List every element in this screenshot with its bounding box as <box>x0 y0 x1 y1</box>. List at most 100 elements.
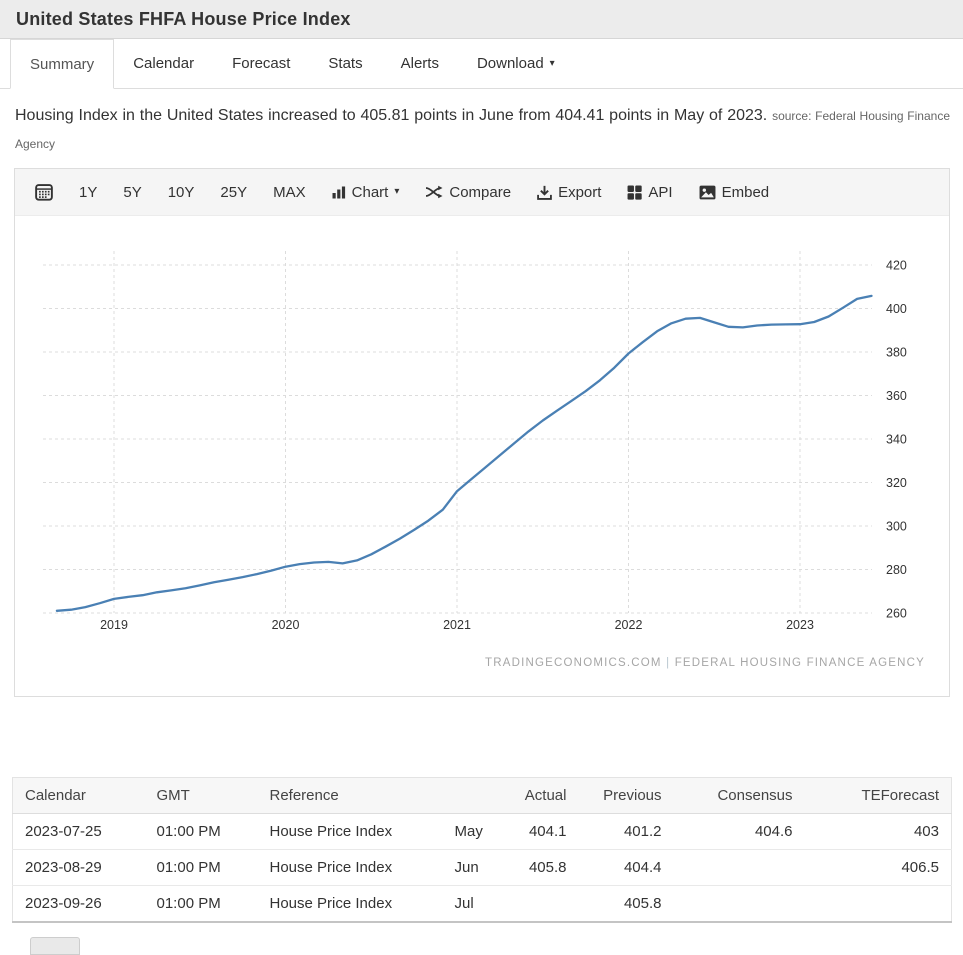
chart-canvas[interactable]: 4204003803603403203002802602019202020212… <box>15 216 947 695</box>
svg-text:260: 260 <box>886 607 907 621</box>
page-title: United States FHFA House Price Index <box>16 0 351 39</box>
tab-forecast-label: Forecast <box>232 39 290 88</box>
tab-download-label: Download <box>477 39 544 88</box>
tab-forecast[interactable]: Forecast <box>213 39 309 88</box>
y-axis-labels: 420 400 380 360 340 320 300 280 260 <box>886 259 907 621</box>
tab-summary-label: Summary <box>30 40 94 89</box>
tab-bar: Summary Calendar Forecast Stats Alerts D… <box>0 39 963 89</box>
svg-text:340: 340 <box>886 433 907 447</box>
caret-down-icon: ▾ <box>550 59 555 69</box>
table-cell: 404.1 <box>503 814 579 850</box>
image-icon <box>699 185 716 200</box>
compare-button[interactable]: Compare <box>425 184 511 201</box>
svg-text:2022: 2022 <box>615 618 643 632</box>
download-icon <box>537 185 552 200</box>
table-cell: May <box>443 814 503 850</box>
svg-text:300: 300 <box>886 520 907 534</box>
calendar-button[interactable] <box>35 183 53 201</box>
table-cell: 405.8 <box>579 886 674 923</box>
x-axis-labels: 2019 2020 2021 2022 2023 <box>100 618 814 632</box>
table-cell: 2023-09-26 <box>13 886 145 923</box>
caret-down-icon: ▾ <box>394 187 399 197</box>
svg-text:2020: 2020 <box>272 618 300 632</box>
table-cell: 01:00 PM <box>145 814 258 850</box>
col-month <box>443 778 503 814</box>
svg-text:2019: 2019 <box>100 618 128 632</box>
table-body: 2023-07-2501:00 PMHouse Price IndexMay40… <box>13 814 952 923</box>
svg-text:360: 360 <box>886 389 907 403</box>
svg-text:280: 280 <box>886 563 907 577</box>
svg-text:380: 380 <box>886 346 907 360</box>
tab-summary[interactable]: Summary <box>10 39 114 89</box>
embed-button[interactable]: Embed <box>699 184 770 201</box>
tab-download[interactable]: Download ▾ <box>458 39 574 88</box>
chart-toolbar: 1Y 5Y 10Y 25Y MAX Chart ▾ Compare <box>15 169 949 216</box>
table-cell: 01:00 PM <box>145 850 258 886</box>
table-cell: 406.5 <box>805 850 952 886</box>
table-cell: House Price Index <box>258 850 443 886</box>
table-cell: House Price Index <box>258 886 443 923</box>
table-cell: 405.8 <box>503 850 579 886</box>
compare-label: Compare <box>449 184 511 201</box>
table-cell <box>503 886 579 923</box>
svg-text:2021: 2021 <box>443 618 471 632</box>
svg-text:2023: 2023 <box>786 618 814 632</box>
col-consensus: Consensus <box>674 778 805 814</box>
embed-label: Embed <box>722 184 770 201</box>
calendar-icon <box>35 183 53 201</box>
table-cell: 404.4 <box>579 850 674 886</box>
col-previous: Previous <box>579 778 674 814</box>
table-cell: 404.6 <box>674 814 805 850</box>
col-calendar: Calendar <box>13 778 145 814</box>
table-cell <box>674 886 805 923</box>
svg-text:400: 400 <box>886 302 907 316</box>
tab-calendar-label: Calendar <box>133 39 194 88</box>
range-25y-button[interactable]: 25Y <box>220 184 247 201</box>
table-row: 2023-08-2901:00 PMHouse Price IndexJun40… <box>13 850 952 886</box>
chart-type-label: Chart <box>352 184 389 201</box>
table-cell: Jul <box>443 886 503 923</box>
calendar-table: Calendar GMT Reference Actual Previous C… <box>12 777 952 923</box>
col-actual: Actual <box>503 778 579 814</box>
table-cell: 401.2 <box>579 814 674 850</box>
chart-type-button[interactable]: Chart ▾ <box>332 184 400 201</box>
table-header-row: Calendar GMT Reference Actual Previous C… <box>13 778 952 814</box>
svg-text:320: 320 <box>886 476 907 490</box>
tab-alerts-label: Alerts <box>401 39 439 88</box>
export-button[interactable]: Export <box>537 184 601 201</box>
page-header: United States FHFA House Price Index <box>0 0 963 39</box>
summary-text: Housing Index in the United States incre… <box>15 102 950 158</box>
summary-sentence: Housing Index in the United States incre… <box>15 107 767 124</box>
col-reference: Reference <box>258 778 443 814</box>
col-teforecast: TEForecast <box>805 778 952 814</box>
chart-gridlines <box>43 251 872 613</box>
tab-calendar[interactable]: Calendar <box>114 39 213 88</box>
range-1y-button[interactable]: 1Y <box>79 184 97 201</box>
bar-chart-icon <box>332 185 346 199</box>
api-button[interactable]: API <box>627 184 672 201</box>
export-label: Export <box>558 184 601 201</box>
shuffle-icon <box>425 185 443 199</box>
source-label: source: <box>772 109 811 123</box>
watermark: TRADINGECONOMICS.COM | FEDERAL HOUSING F… <box>485 657 925 669</box>
col-gmt: GMT <box>145 778 258 814</box>
tab-stats-label: Stats <box>328 39 362 88</box>
chart-area: 4204003803603403203002802602019202020212… <box>15 216 949 696</box>
table-cell: 403 <box>805 814 952 850</box>
tab-stats[interactable]: Stats <box>309 39 381 88</box>
table-cell <box>805 886 952 923</box>
range-5y-button[interactable]: 5Y <box>123 184 141 201</box>
grid-icon <box>627 185 642 200</box>
table-cell: House Price Index <box>258 814 443 850</box>
table-cell: 2023-07-25 <box>13 814 145 850</box>
range-max-button[interactable]: MAX <box>273 184 306 201</box>
table-cell: 01:00 PM <box>145 886 258 923</box>
svg-text:420: 420 <box>886 259 907 273</box>
tab-alerts[interactable]: Alerts <box>382 39 458 88</box>
table-cell <box>674 850 805 886</box>
price-line <box>57 296 872 611</box>
api-label: API <box>648 184 672 201</box>
range-10y-button[interactable]: 10Y <box>168 184 195 201</box>
table-row: 2023-07-2501:00 PMHouse Price IndexMay40… <box>13 814 952 850</box>
chart-card: 1Y 5Y 10Y 25Y MAX Chart ▾ Compare <box>14 168 950 697</box>
